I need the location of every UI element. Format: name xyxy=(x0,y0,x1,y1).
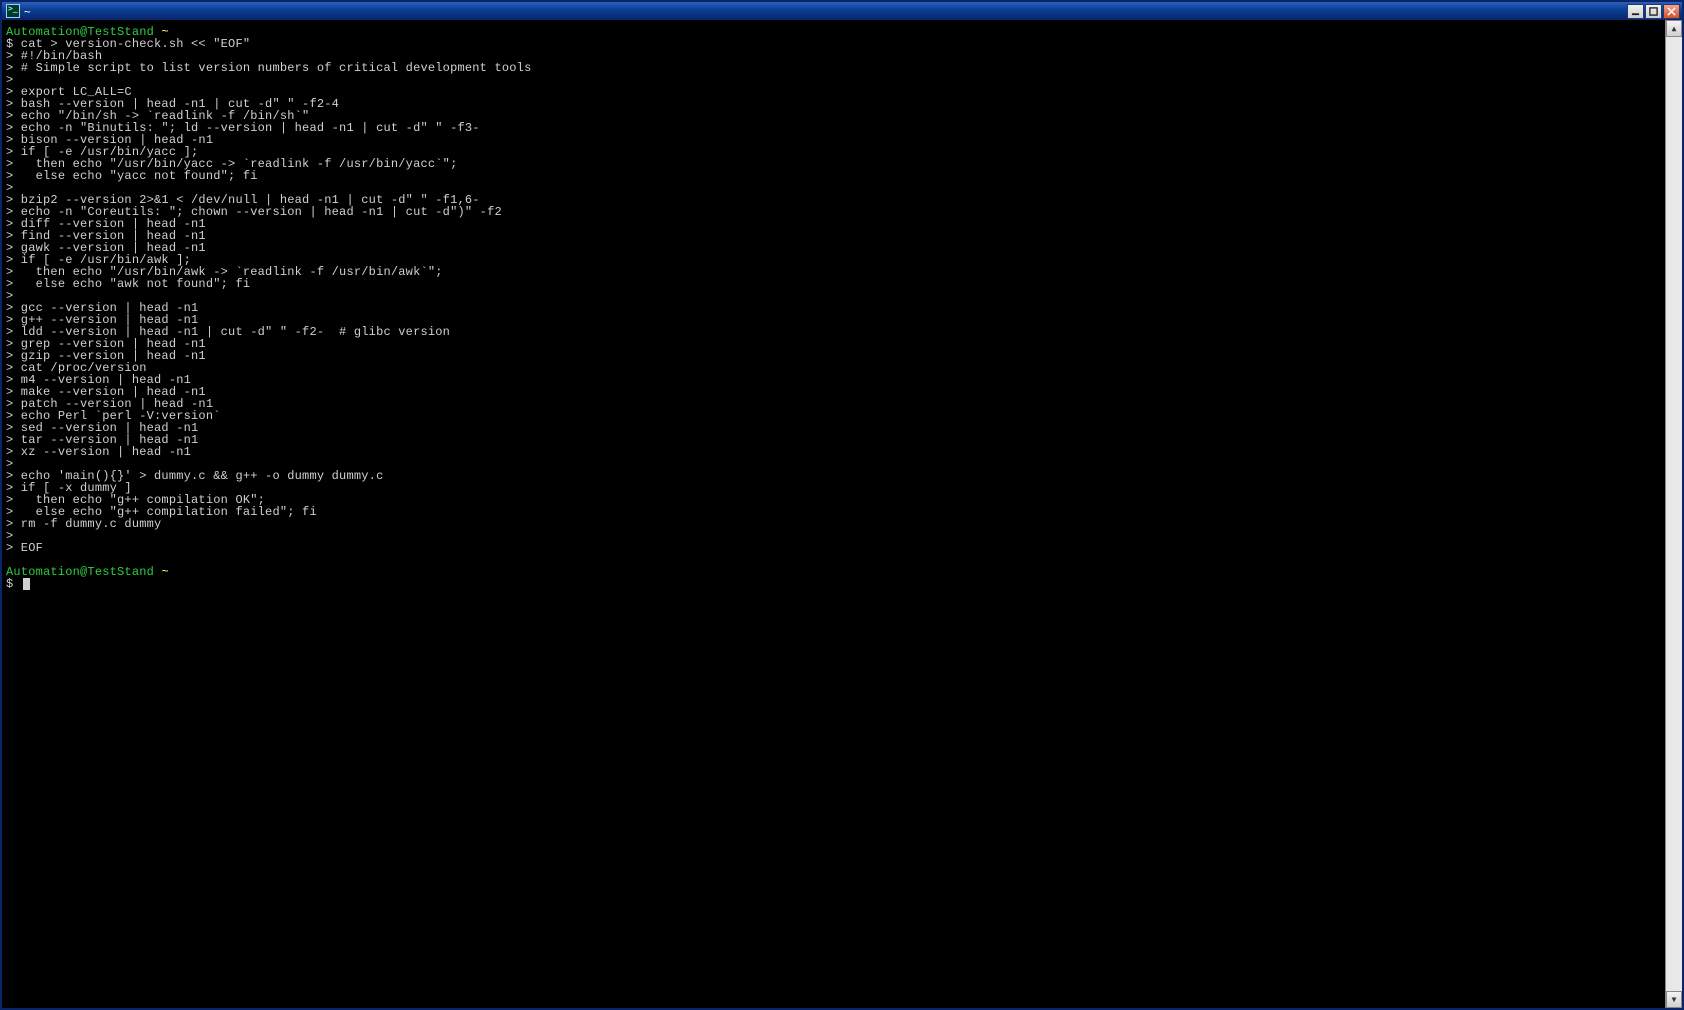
scroll-track[interactable] xyxy=(1666,37,1682,991)
chevron-up-icon: ▲ xyxy=(1672,24,1677,33)
window-title: ~ xyxy=(24,5,31,18)
maximize-icon xyxy=(1649,7,1658,16)
minimize-icon xyxy=(1631,7,1640,16)
title-bar-left: ~ xyxy=(6,4,31,18)
scroll-down-button[interactable]: ▼ xyxy=(1666,991,1682,1008)
prompt-user-host: Automation@TestStand xyxy=(6,565,154,579)
prompt-symbol: $ xyxy=(6,577,13,591)
close-icon xyxy=(1667,7,1676,16)
prompt-path: ~ xyxy=(161,25,168,39)
vertical-scrollbar[interactable]: ▲ ▼ xyxy=(1665,20,1682,1008)
window-controls xyxy=(1627,4,1680,19)
close-button[interactable] xyxy=(1663,4,1680,19)
terminal-window: ~ Automation@TestStand ~ $ cat > version… xyxy=(0,0,1684,1010)
title-bar[interactable]: ~ xyxy=(2,2,1682,20)
prompt-user-host: Automation@TestStand xyxy=(6,25,154,39)
chevron-down-icon: ▼ xyxy=(1672,995,1677,1004)
ps2-symbol: > xyxy=(6,541,13,555)
terminal-output[interactable]: Automation@TestStand ~ $ cat > version-c… xyxy=(2,20,1665,1008)
minimize-button[interactable] xyxy=(1627,4,1644,19)
terminal-body-wrap: Automation@TestStand ~ $ cat > version-c… xyxy=(2,20,1682,1008)
scroll-up-button[interactable]: ▲ xyxy=(1666,20,1682,37)
maximize-button[interactable] xyxy=(1645,4,1662,19)
prompt-path: ~ xyxy=(161,565,168,579)
terminal-icon xyxy=(6,4,20,18)
text-cursor xyxy=(23,578,30,590)
